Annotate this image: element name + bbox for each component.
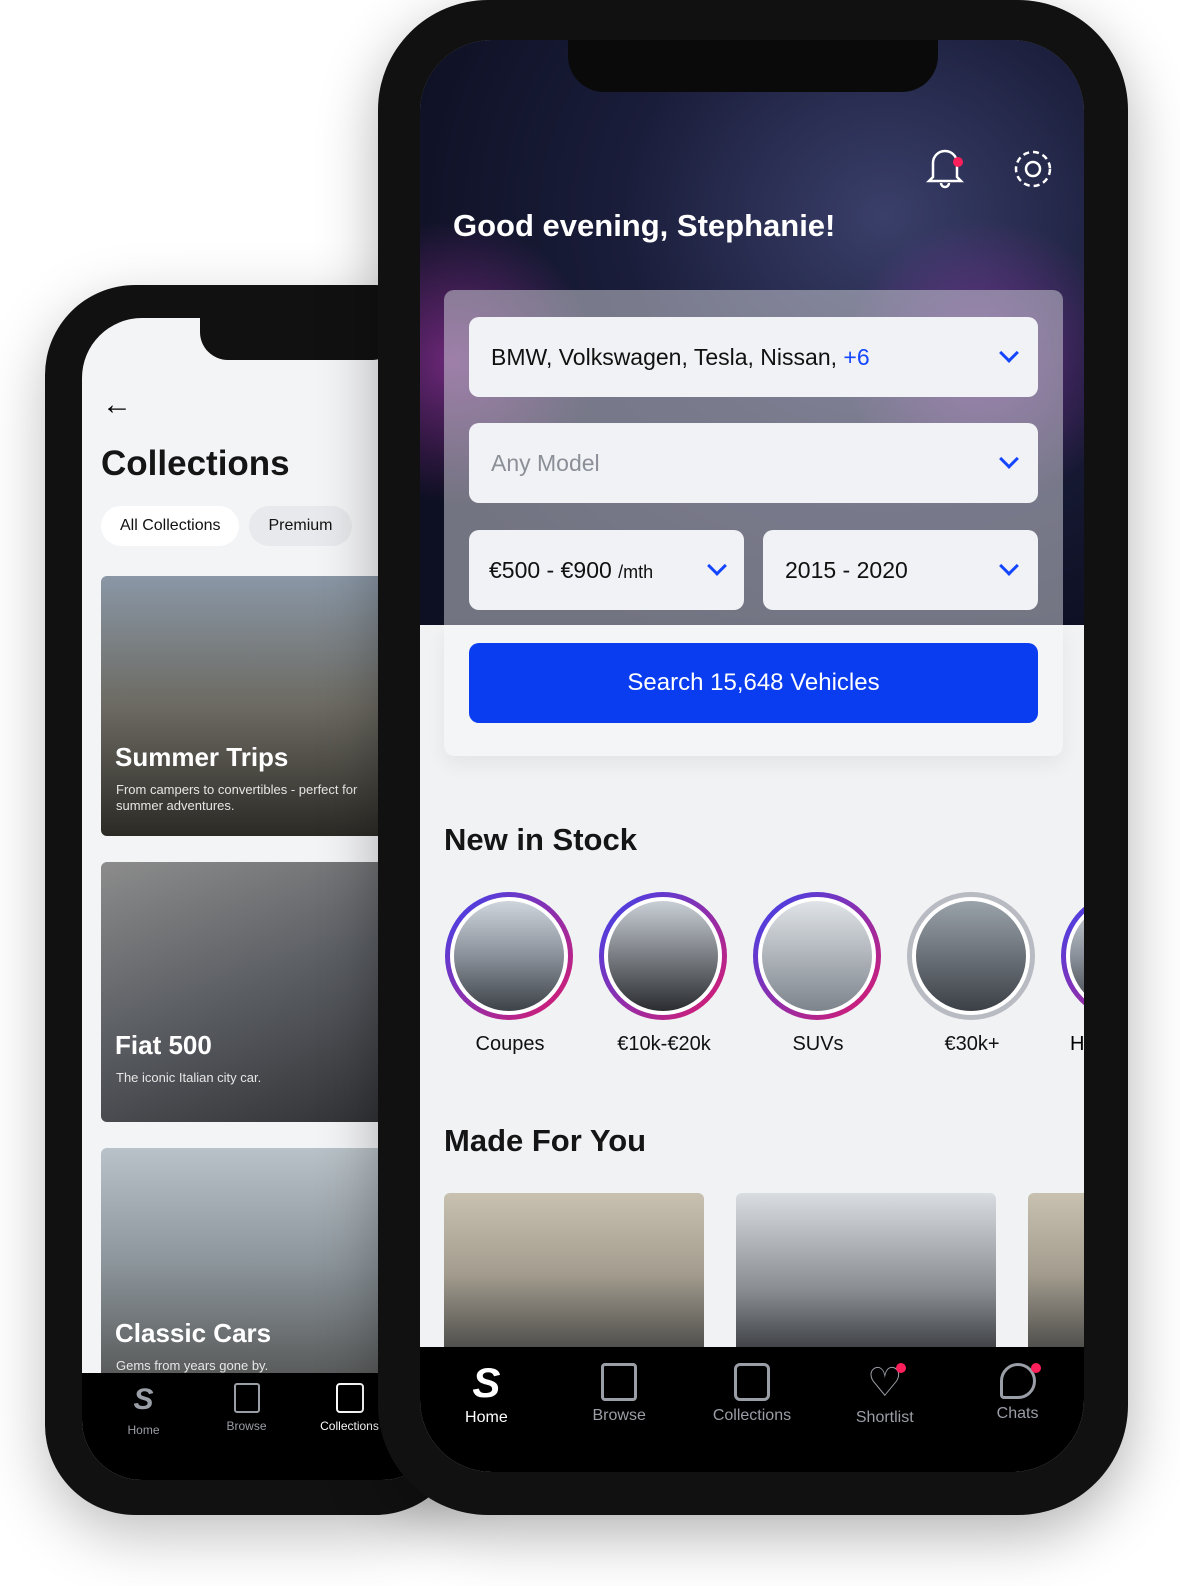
nav-home[interactable]: S Home [431,1359,541,1472]
nav-browse[interactable]: Browse [199,1383,294,1480]
stack-icon [733,1363,770,1401]
category-label: €30k+ [944,1033,1000,1055]
chevron-down-icon [707,556,727,576]
front-phone-screen: Good evening, Stephanie! BMW, Volkswagen… [420,40,1084,1472]
chevron-down-icon [999,343,1019,363]
gear-icon[interactable] [1010,146,1056,197]
search-vehicles-button[interactable]: Search 15,648 Vehicles [469,643,1038,723]
front-phone-notch [568,40,938,92]
recommendation-card[interactable] [1028,1193,1084,1353]
new-in-stock-heading: New in Stock [444,822,637,857]
category-coupes[interactable] [445,892,573,1020]
stack-icon [335,1383,364,1413]
filter-premium[interactable]: Premium [249,506,352,546]
collection-card-summer-trips[interactable]: Summer Trips From campers to convertible… [101,576,401,836]
model-select[interactable]: Any Model [469,423,1038,503]
category-label: Coupes [475,1033,545,1055]
year-select[interactable]: 2015 - 2020 [763,530,1038,610]
nav-shortlist[interactable]: ♡ Shortlist [830,1363,940,1472]
make-select[interactable]: BMW, Volkswagen, Tesla, Nissan, +6 [469,317,1038,397]
category-next[interactable] [1061,892,1084,1020]
make-value: BMW, Volkswagen, Tesla, Nissan, +6 [491,343,870,370]
recommendation-card[interactable] [444,1193,704,1353]
page-title: Collections [101,444,290,483]
chevron-down-icon [999,449,1019,469]
recommendation-card[interactable] [736,1193,996,1353]
category-30k-plus[interactable] [907,892,1035,1020]
collection-card-fiat-500[interactable]: Fiat 500 The iconic Italian city car. [101,862,401,1122]
bottom-nav: S Home Browse Collections ♡ Shortlist Chat… [420,1347,1084,1472]
category-suvs[interactable] [753,892,881,1020]
nav-browse[interactable]: Browse [564,1363,674,1472]
category-label: €10k-€20k [617,1033,711,1055]
price-select[interactable]: €500 - €900 /mth [469,530,744,610]
collection-card-classic-cars[interactable]: Classic Cars Gems from years gone by. [101,1148,401,1408]
s-logo-icon: S [472,1359,501,1406]
cards-icon [233,1383,260,1413]
price-value: €500 - €900 /mth [489,556,654,583]
filter-all-collections[interactable]: All Collections [101,506,240,546]
cards-icon [601,1363,638,1401]
nav-chats[interactable]: Chats [963,1363,1073,1472]
notification-badge [895,1363,906,1373]
category-label: SUVs [792,1033,844,1055]
nav-home[interactable]: S Home [96,1383,191,1480]
s-logo-icon: S [133,1383,154,1416]
notification-badge [1030,1363,1041,1373]
made-for-you-heading: Made For You [444,1123,647,1158]
back-arrow-icon[interactable]: ← [102,388,132,422]
back-phone-notch [200,318,400,360]
nav-collections[interactable]: Collections [697,1363,807,1472]
category-10k-20k[interactable] [599,892,727,1020]
greeting: Good evening, Stephanie! [453,208,836,243]
category-label: H [1070,1033,1084,1055]
bell-icon[interactable] [925,145,965,189]
chevron-down-icon [999,556,1019,576]
